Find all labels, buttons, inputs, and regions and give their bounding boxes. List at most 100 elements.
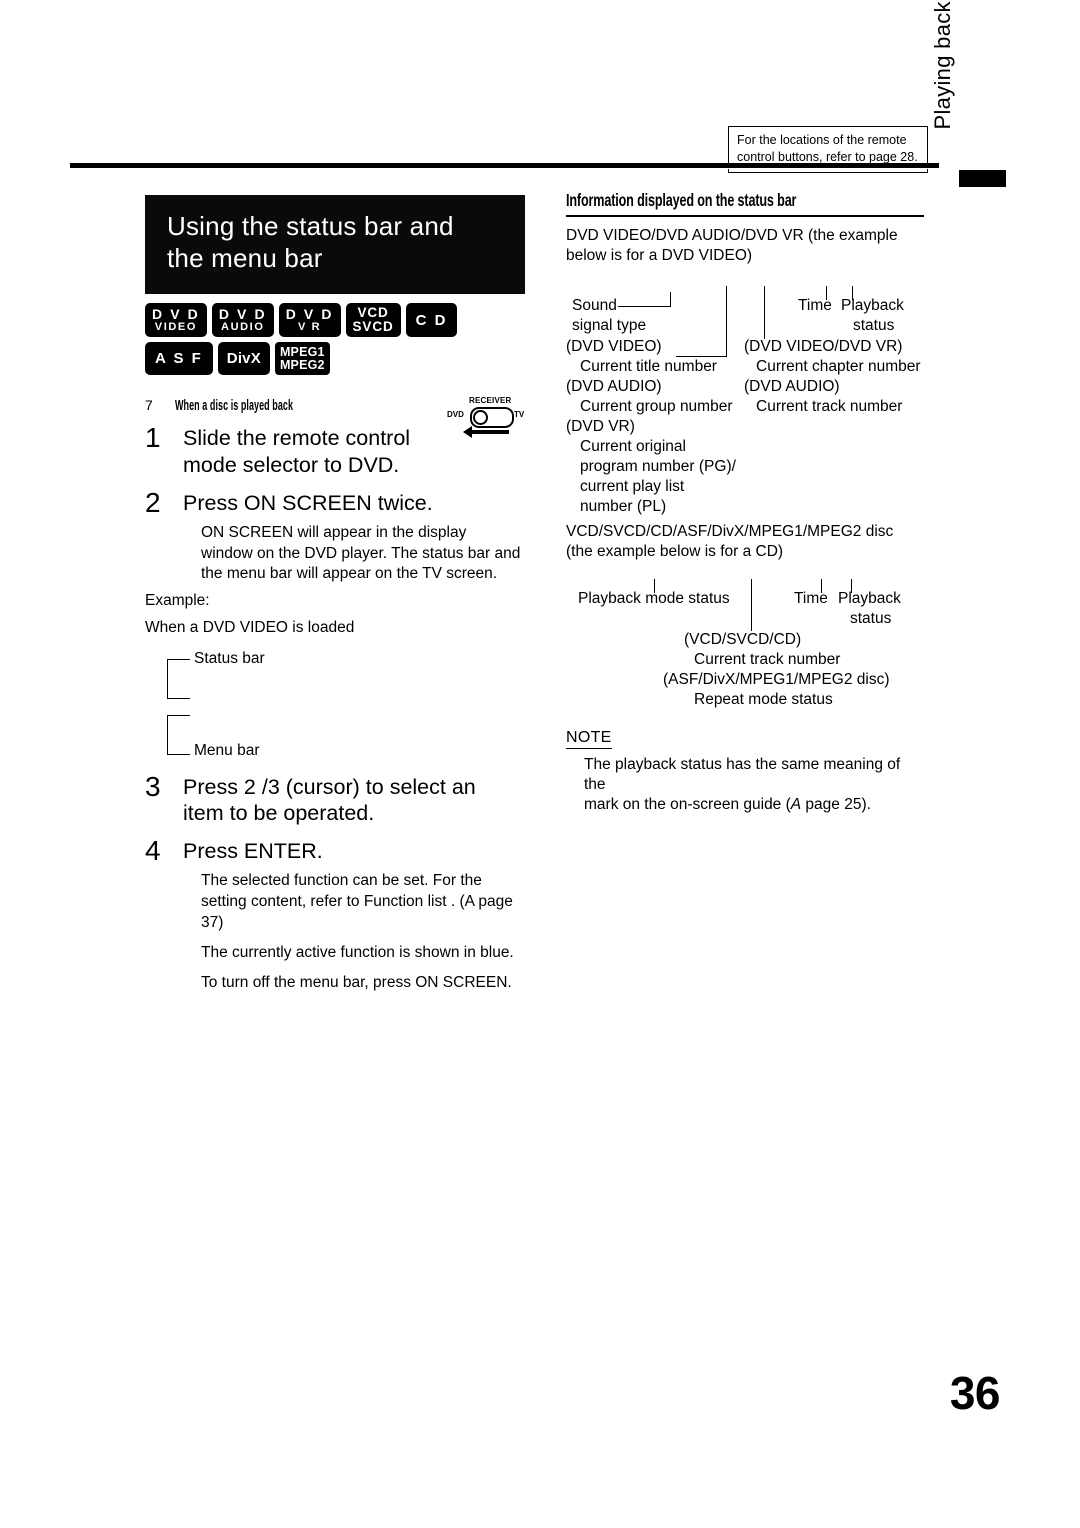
step-1-line1: Slide the remote control: [183, 426, 411, 451]
step-4-body-3: To turn off the menu bar, press ON SCREE…: [201, 973, 512, 991]
step-4-body-1: The selected function can be set. For th…: [201, 872, 513, 931]
time-label: Time: [798, 297, 832, 315]
time-label-2: Time: [794, 589, 828, 607]
badge-line1: VCD: [357, 305, 389, 321]
playback-mode-status-label: Playback mode status: [578, 589, 730, 607]
dvd-video-vr-group-label: (DVD VIDEO/DVD VR): [744, 338, 903, 356]
dvd-audio-right-group-label: (DVD AUDIO): [744, 378, 840, 396]
remote-callout-line1: For the locations of the remote: [737, 133, 907, 147]
step-2-number: 2: [145, 486, 161, 518]
note-reference-icon: A: [790, 795, 802, 813]
playback-status-2-line2: status: [850, 609, 892, 627]
manual-page: For the locations of the remote control …: [0, 0, 1080, 1528]
current-group-number: Current group number: [580, 398, 733, 416]
dvd-intro-line1: DVD VIDEO/DVD AUDIO/DVD VR (the example: [566, 227, 898, 244]
playback-status-line1: Playback: [841, 297, 904, 315]
mode-selector-knob: [473, 410, 488, 425]
note-block: NOTE The playback status has the same me…: [566, 729, 924, 815]
badge-line1: D V D: [218, 306, 267, 323]
badge-line2: MPEG2: [279, 357, 325, 372]
current-track-number-2: Current track number: [694, 650, 841, 668]
dvd-video-group-label: (DVD VIDEO): [566, 338, 662, 356]
step-4-body-2: The currently active function is shown i…: [201, 943, 514, 961]
menu-bar-bracket: [167, 714, 190, 755]
page-title-line1: Using the status bar and: [167, 211, 454, 241]
step-1-line2: mode selector to DVD.: [183, 452, 400, 477]
asf-divx-mpeg-group-label: (ASF/DivX/MPEG1/MPEG2 disc): [663, 670, 890, 688]
left-arrow-icon: [463, 426, 509, 438]
leader-line-track-v: [751, 578, 752, 631]
vcd-svcd-cd-group-label: (VCD/SVCD/CD): [684, 630, 802, 648]
badge-dvd-video: D V D VIDEO: [145, 303, 207, 337]
current-original-line3: current play list: [580, 478, 685, 496]
left-column: Using the status bar and the menu bar D …: [145, 195, 525, 993]
step-3-line1: Press 2 /3 (cursor) to select an: [183, 774, 476, 799]
badge-line2: AUDIO: [221, 320, 265, 333]
step-4-text: Press ENTER.: [183, 835, 323, 866]
step-2-body: ON SCREEN will appear in the display win…: [201, 523, 521, 583]
badge-cd: C D: [405, 303, 458, 337]
step-4: 4 Press ENTER.: [145, 835, 525, 866]
subheading-label: When a disc is played back: [175, 398, 294, 415]
vcd-intro-line1: VCD/SVCD/CD/ASF/DivX/MPEG1/MPEG2 disc: [566, 523, 894, 541]
step-2: 2 Press ON SCREEN twice.: [145, 487, 525, 518]
disc-format-badges: D V D VIDEO D V D AUDIO D V D V R VCD SV…: [145, 303, 530, 376]
note-title: NOTE: [566, 729, 612, 749]
status-menu-bracket-diagram: Status bar Menu bar: [161, 649, 491, 763]
right-column: Information displayed on the status bar …: [566, 190, 924, 815]
leader-line-chapter-v: [764, 286, 765, 340]
vcd-status-bar-diagram: Playback mode status Time Playback statu…: [566, 577, 924, 717]
step-2-text: Press ON SCREEN twice.: [183, 487, 433, 518]
step-3: 3 Press 2 /3 (cursor) to select an item …: [145, 771, 525, 827]
section-heading-label: Information displayed on the status bar: [566, 190, 797, 210]
current-original-line2: program number (PG)/: [580, 458, 736, 476]
menu-bar-label: Menu bar: [194, 741, 260, 759]
dvd-audio-group-label: (DVD AUDIO): [566, 378, 662, 396]
page-title-line2: the menu bar: [167, 242, 323, 273]
dvd-intro-paragraph: DVD VIDEO/DVD AUDIO/DVD VR (the example …: [566, 226, 924, 266]
badge-line2: SVCD: [352, 319, 394, 335]
badge-line2: V R: [298, 320, 322, 333]
remote-mode-selector-icon: RECEIVER DVD TV: [447, 396, 535, 454]
dvd-status-bar-diagram: Sound signal type (DVD VIDEO) Current ti…: [566, 284, 924, 515]
current-track-number: Current track number: [756, 398, 903, 416]
example-text: When a DVD VIDEO is loaded: [145, 619, 355, 636]
playback-status-2-line1: Playback: [838, 589, 901, 607]
status-bar-label: Status bar: [194, 649, 265, 667]
sound-signal-type-line2: signal type: [572, 317, 647, 335]
badge-dvd-vr: D V D V R: [278, 303, 341, 337]
vcd-intro-paragraph: VCD/SVCD/CD/ASF/DivX/MPEG1/MPEG2 disc (t…: [566, 522, 924, 562]
badge-line1: MPEG1: [279, 344, 325, 359]
header-rule: [70, 163, 939, 169]
mode-selector-dvd-label: DVD: [447, 410, 464, 419]
current-original-line4: number (PL): [580, 498, 667, 516]
note-line2: mark on the on-screen guide (A page 25).: [584, 795, 924, 815]
leader-line-sound-h: [618, 306, 670, 308]
note-body: The playback status has the same meaning…: [584, 755, 924, 815]
subheading-marker: 7: [145, 397, 153, 414]
badge-line2: VIDEO: [154, 320, 198, 333]
step-4-number: 4: [145, 835, 161, 867]
note-line2-post: page 25).: [801, 795, 871, 813]
sound-signal-type-line1: Sound: [572, 297, 617, 315]
dvd-intro-line2: below is for a DVD VIDEO): [566, 247, 753, 265]
side-tab-label: Playing back DVDs/CDs: [930, 0, 955, 130]
step-1-text: Slide the remote control mode selector t…: [183, 422, 410, 478]
mode-selector-switch: [470, 407, 514, 428]
mode-selector-tv-label: TV: [514, 410, 525, 419]
badge-line1: D V D: [152, 306, 200, 323]
playback-status-line2: status: [853, 317, 895, 335]
mode-selector-receiver-label: RECEIVER: [469, 396, 512, 405]
current-chapter-number: Current chapter number: [756, 358, 921, 376]
side-tab-marker: [959, 170, 1006, 187]
page-title: Using the status bar and the menu bar: [145, 195, 525, 295]
step-4-line1: Press ENTER.: [183, 839, 323, 864]
note-line1: The playback status has the same meaning…: [584, 755, 901, 793]
badge-line1: D V D: [285, 306, 334, 323]
current-title-number: Current title number: [580, 358, 717, 376]
status-bar-bracket: [167, 658, 190, 699]
page-number: 36: [949, 1367, 1001, 1419]
step-2-line1: Press ON SCREEN twice.: [183, 490, 433, 515]
badge-divx: DivX: [217, 341, 270, 376]
badge-vcd-svcd: VCD SVCD: [345, 303, 401, 337]
